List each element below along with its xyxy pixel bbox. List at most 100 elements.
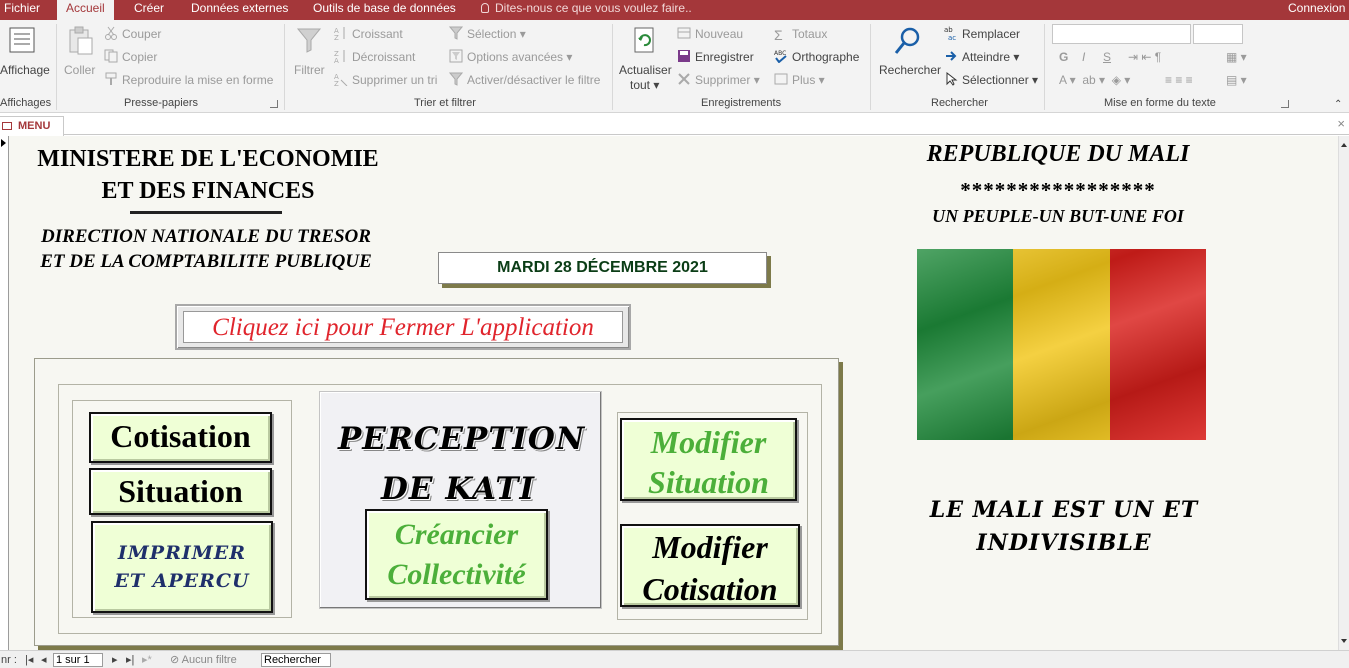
print-preview-button[interactable]: IMPRIMER ET APERCU xyxy=(91,521,273,613)
group-records-label: Enregistrements xyxy=(701,97,782,109)
tab-create[interactable]: Créer xyxy=(134,0,164,20)
flag-shading xyxy=(917,249,1206,440)
direction-title: DIRECTION NATIONALE DU TRESOR ET DE LA C… xyxy=(20,224,392,274)
previous-record-icon[interactable]: ◂ xyxy=(41,653,47,667)
tab-external-data[interactable]: Données externes xyxy=(191,0,288,20)
indent-increase-icon[interactable]: ⇥ ⇤ ¶ xyxy=(1128,49,1161,65)
national-motto: UN PEUPLE-UN BUT-UNE FOI xyxy=(932,206,1184,226)
text-format-launcher-icon[interactable] xyxy=(1281,100,1289,108)
record-label: nr : xyxy=(1,654,17,666)
find-icon[interactable] xyxy=(893,26,923,60)
italic-button[interactable]: I xyxy=(1082,49,1085,65)
goto-label: Atteindre xyxy=(962,50,1011,64)
remove-sort-label: Supprimer un tri xyxy=(352,73,438,87)
close-icon[interactable]: × xyxy=(1337,116,1345,131)
selection-dropdown[interactable]: Sélection ▾ xyxy=(448,26,526,42)
modify-cotisation-line-2: Cotisation xyxy=(642,571,778,607)
toggle-filter-button[interactable]: Activer/désactiver le filtre xyxy=(448,72,601,88)
tell-me-search[interactable]: Dites-nous ce que vous voulez faire.. xyxy=(481,0,692,20)
close-application-button[interactable]: Cliquez ici pour Fermer L'application xyxy=(175,304,631,350)
group-sort-filter-label: Trier et filtrer xyxy=(414,97,476,109)
creancier-collectivite-button[interactable]: Créancier Collectivité xyxy=(365,509,548,600)
modify-situation-line-2: Situation xyxy=(648,464,769,500)
lightbulb-icon xyxy=(481,3,489,13)
save-button[interactable]: Enregistrer xyxy=(677,49,754,65)
scroll-up-icon[interactable] xyxy=(1341,143,1347,147)
new-record-button[interactable]: Nouveau xyxy=(677,26,743,42)
filter-status[interactable]: ⊘ Aucun filtre xyxy=(170,653,237,667)
current-record-field[interactable]: 1 sur 1 xyxy=(53,653,103,667)
modify-cotisation-button[interactable]: Modifier Cotisation xyxy=(620,524,800,607)
sign-in-link[interactable]: Connexion xyxy=(1288,0,1345,20)
goto-dropdown[interactable]: Atteindre ▾ xyxy=(944,49,1019,65)
more-button[interactable]: Plus ▾ xyxy=(774,72,825,88)
tab-menu-form[interactable]: MENU xyxy=(0,116,64,136)
filter-button[interactable]: Filtrer xyxy=(294,62,325,78)
motto-line-1: LE MALI EST UN ET xyxy=(929,497,1199,523)
vertical-scrollbar[interactable] xyxy=(1338,136,1349,650)
paste-icon[interactable] xyxy=(66,26,94,60)
scroll-down-icon[interactable] xyxy=(1341,639,1347,643)
remove-sort-button[interactable]: A Z Supprimer un tri xyxy=(334,72,437,88)
sort-ascending-button[interactable]: A Z Croissant xyxy=(334,26,403,42)
bold-button[interactable]: G xyxy=(1059,49,1068,65)
menu-form: MINISTERE DE L'ECONOMIE ET DES FINANCES … xyxy=(0,136,1338,650)
tab-file[interactable]: Fichier xyxy=(4,0,40,20)
new-record-label: Nouveau xyxy=(695,27,744,41)
delete-button[interactable]: Supprimer ▾ xyxy=(677,72,760,88)
group-views-label: Affichages xyxy=(0,97,52,109)
tab-home[interactable]: Accueil xyxy=(57,0,114,20)
record-selector[interactable] xyxy=(0,136,9,650)
svg-text:ac: ac xyxy=(948,34,956,40)
replace-button[interactable]: ab ac Remplacer xyxy=(944,26,1020,42)
totals-button[interactable]: Σ Totaux xyxy=(774,26,827,43)
ministry-title: MINISTERE DE L'ECONOMIE ET DES FINANCES xyxy=(16,143,400,207)
new-record-icon[interactable]: ▸* xyxy=(142,653,152,667)
refresh-icon[interactable] xyxy=(632,26,658,58)
save-label: Enregistrer xyxy=(695,50,754,64)
view-icon[interactable] xyxy=(8,26,36,58)
sort-descending-button[interactable]: Z A Décroissant xyxy=(334,49,415,65)
find-button[interactable]: Rechercher xyxy=(879,62,941,78)
tab-database-tools[interactable]: Outils de base de données xyxy=(313,0,456,20)
group-clipboard-label: Presse-papiers xyxy=(124,97,198,109)
cut-button[interactable]: Couper xyxy=(104,26,161,42)
replace-label: Remplacer xyxy=(962,27,1021,41)
direction-line-2: ET DE LA COMPTABILITE PUBLIQUE xyxy=(40,251,372,272)
close-application-label: Cliquez ici pour Fermer L'application xyxy=(183,311,623,343)
clipboard-launcher-icon[interactable] xyxy=(270,100,278,108)
group-text-formatting-label: Mise en forme du texte xyxy=(1104,97,1216,109)
copy-button[interactable]: Copier xyxy=(104,49,157,65)
spelling-button[interactable]: ABC Orthographe xyxy=(774,49,859,65)
alternate-row-color-icon[interactable]: ▤ ▾ xyxy=(1226,72,1247,88)
situation-button[interactable]: Situation xyxy=(89,468,272,515)
last-record-icon[interactable]: ▸| xyxy=(126,653,134,667)
collapse-ribbon-icon[interactable]: ⌃ xyxy=(1334,97,1342,113)
select-dropdown[interactable]: Sélectionner ▾ xyxy=(944,71,1038,88)
navbar-search-input[interactable]: Rechercher xyxy=(261,653,331,667)
refresh-all-label-1[interactable]: Actualiser xyxy=(619,62,672,78)
refresh-all-label-2[interactable]: tout ▾ xyxy=(630,77,659,93)
cotisation-button[interactable]: Cotisation xyxy=(89,412,272,463)
font-color-icon[interactable]: A ▾ ab ▾ ◈ ▾ xyxy=(1059,72,1130,88)
sort-descending-label: Décroissant xyxy=(352,50,416,64)
copy-label: Copier xyxy=(122,50,158,64)
font-size-dropdown[interactable] xyxy=(1193,24,1243,44)
font-name-dropdown[interactable] xyxy=(1052,24,1191,44)
filter-icon[interactable] xyxy=(296,26,322,58)
advanced-options-dropdown[interactable]: Options avancées ▾ xyxy=(449,49,572,65)
paste-button[interactable]: Coller xyxy=(64,62,95,78)
modify-situation-button[interactable]: Modifier Situation xyxy=(620,418,797,501)
perception-title: PERCEPTION DE KATI xyxy=(338,414,584,514)
align-icons[interactable]: ≡ ≡ ≡ xyxy=(1165,72,1193,88)
underline-button[interactable]: S xyxy=(1103,49,1111,65)
gridlines-icon[interactable]: ▦ ▾ xyxy=(1226,49,1247,65)
motto-line-2: INDIVISIBLE xyxy=(976,530,1152,556)
view-button[interactable]: Affichage xyxy=(0,62,50,78)
toggle-filter-label: Activer/désactiver le filtre xyxy=(467,73,601,87)
first-record-icon[interactable]: |◂ xyxy=(25,653,33,667)
document-tab-strip: MENU × xyxy=(0,114,1349,136)
format-painter-button[interactable]: Reproduire la mise en forme xyxy=(104,72,273,88)
current-record-icon xyxy=(1,139,6,147)
next-record-icon[interactable]: ▸ xyxy=(112,653,118,667)
